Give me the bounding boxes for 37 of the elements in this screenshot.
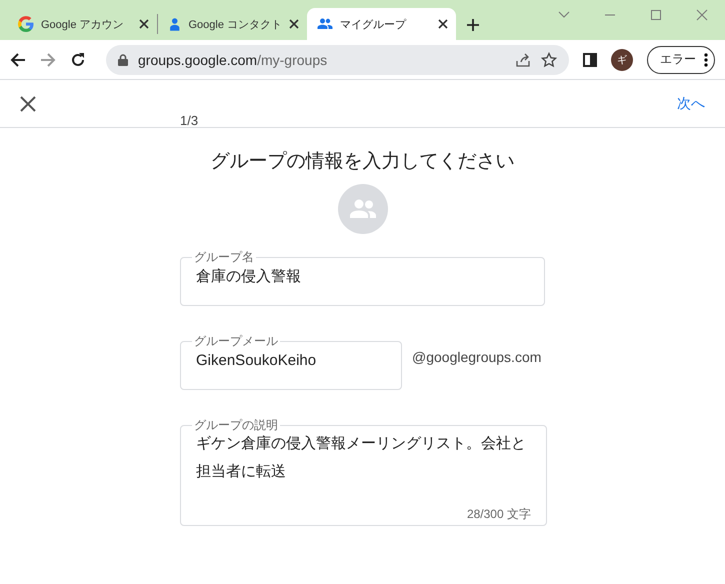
browser-tab[interactable]: Google コンタクト (158, 8, 307, 40)
browser-tab[interactable]: マイグループ (307, 8, 456, 40)
field-label: グループの説明 (193, 418, 279, 432)
new-tab-icon[interactable] (466, 18, 480, 32)
close-icon[interactable] (438, 19, 448, 29)
email-domain: @googlegroups.com (412, 349, 542, 365)
profile-status-button[interactable]: エラー (647, 46, 715, 74)
step-indicator: 1/3 (180, 113, 198, 128)
close-icon[interactable] (20, 96, 36, 112)
browser-tab[interactable]: Google アカウン (8, 8, 157, 40)
person-icon (168, 16, 182, 32)
field-value: 倉庫の侵入警報 (196, 267, 302, 287)
field-value: ギケン倉庫の侵入警報メーリングリスト。会社と担当者に転送 (196, 434, 527, 482)
group-icon (317, 16, 333, 32)
more-icon[interactable] (704, 52, 708, 66)
google-icon (18, 16, 34, 32)
field-value: GikenSoukoKeiho (196, 351, 318, 371)
next-button[interactable]: 次へ (677, 94, 705, 112)
name-field[interactable]: グループ名 倉庫の侵入警報 (180, 250, 545, 306)
back-icon[interactable] (10, 52, 26, 68)
character-counter: 28/300 文字 (466, 506, 531, 523)
description-field[interactable]: グループの説明 ギケン倉庫の侵入警報メーリングリスト。会社と担当者に転送 28/300 文字 (180, 418, 547, 526)
forward-icon[interactable] (40, 52, 56, 68)
reload-icon[interactable] (70, 52, 86, 68)
close-icon[interactable] (289, 19, 299, 29)
star-icon[interactable] (541, 52, 557, 68)
field-label: グループメール (193, 334, 279, 348)
profile-avatar[interactable]: ギ (611, 48, 633, 70)
group-avatar-icon (348, 199, 376, 219)
close-icon[interactable] (139, 19, 149, 29)
address-bar[interactable]: groups.google.com/my-groups (106, 44, 569, 74)
side-panel-icon[interactable] (583, 52, 597, 66)
email-field[interactable]: グループメール GikenSoukoKeiho (180, 334, 402, 390)
share-icon[interactable] (515, 52, 531, 68)
field-label: グループ名 (193, 250, 255, 264)
lock-icon (118, 54, 128, 66)
page-title: グループの情報を入力してください (210, 150, 514, 174)
